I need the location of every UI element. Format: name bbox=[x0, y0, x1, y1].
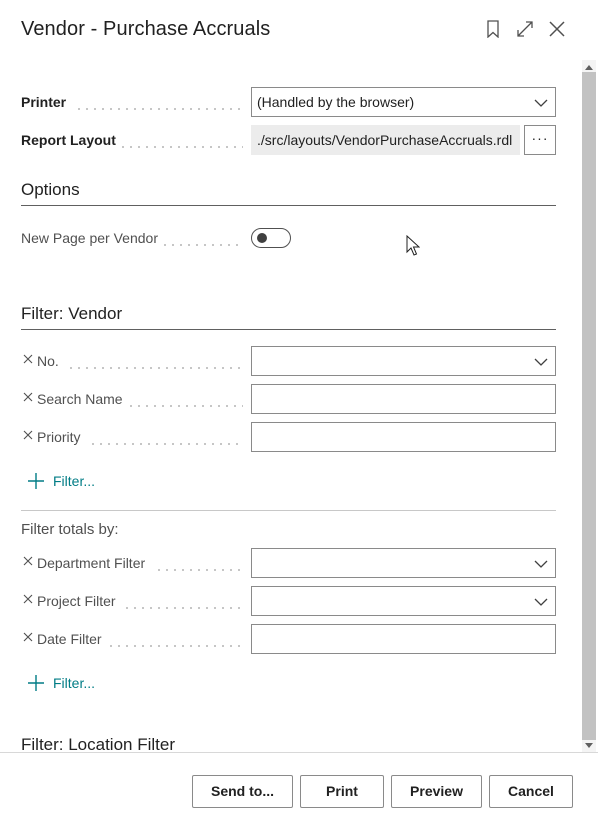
new-page-per-vendor-label: New Page per Vendor bbox=[21, 230, 158, 246]
new-page-per-vendor-row: New Page per Vendor bbox=[21, 223, 556, 253]
dot-leader bbox=[123, 607, 243, 609]
mouse-cursor-icon bbox=[406, 235, 420, 256]
add-totals-filter-link[interactable]: Filter... bbox=[27, 673, 95, 693]
filter-date-row: Date Filter bbox=[21, 624, 556, 654]
chevron-down-icon bbox=[534, 358, 548, 366]
filter-vendor-no-row: No. bbox=[21, 346, 556, 376]
dialog-title: Vendor - Purchase Accruals bbox=[21, 18, 271, 40]
close-icon[interactable] bbox=[546, 18, 568, 40]
report-layout-lookup-button[interactable]: ··· bbox=[524, 125, 556, 155]
dot-leader bbox=[127, 405, 243, 407]
filter-vendor-priority-row: Priority bbox=[21, 422, 556, 452]
cancel-button[interactable]: Cancel bbox=[489, 775, 573, 808]
filter-totals-heading: Filter totals by: bbox=[21, 521, 119, 538]
chevron-down-icon bbox=[534, 560, 548, 568]
dot-leader bbox=[67, 367, 243, 369]
dot-leader bbox=[119, 146, 243, 148]
dot-leader bbox=[89, 443, 243, 445]
filter-project-label: Project Filter bbox=[37, 593, 116, 609]
filter-vendor-search-name-input[interactable] bbox=[251, 384, 556, 414]
printer-select[interactable]: (Handled by the browser) bbox=[251, 87, 556, 117]
remove-filter-icon[interactable] bbox=[23, 430, 33, 440]
filter-vendor-search-name-label: Search Name bbox=[37, 391, 123, 407]
bookmark-icon[interactable] bbox=[482, 18, 504, 40]
report-layout-value: ./src/layouts/VendorPurchaseAccruals.rdl bbox=[257, 132, 513, 148]
new-page-per-vendor-toggle[interactable] bbox=[251, 228, 291, 248]
filter-project-select[interactable] bbox=[251, 586, 556, 616]
send-to-button[interactable]: Send to... bbox=[192, 775, 293, 808]
report-layout-label: Report Layout bbox=[21, 132, 116, 148]
filter-department-select[interactable] bbox=[251, 548, 556, 578]
filter-vendor-priority-input[interactable] bbox=[251, 422, 556, 452]
printer-row: Printer (Handled by the browser) bbox=[21, 87, 556, 117]
vertical-scrollbar[interactable] bbox=[580, 60, 598, 752]
remove-filter-icon[interactable] bbox=[23, 632, 33, 642]
scrollbar-thumb[interactable] bbox=[582, 72, 596, 740]
plus-icon bbox=[28, 473, 44, 489]
dialog-content: Printer (Handled by the browser) Report … bbox=[0, 60, 580, 752]
toggle-knob bbox=[257, 233, 267, 243]
dot-leader bbox=[161, 244, 243, 246]
expand-icon[interactable] bbox=[514, 18, 536, 40]
remove-filter-icon[interactable] bbox=[23, 556, 33, 566]
remove-filter-icon[interactable] bbox=[23, 354, 33, 364]
plus-icon bbox=[28, 675, 44, 691]
filter-vendor-priority-label: Priority bbox=[37, 429, 81, 445]
add-vendor-filter-label: Filter... bbox=[53, 473, 96, 489]
filter-project-row: Project Filter bbox=[21, 586, 556, 616]
divider bbox=[21, 510, 556, 511]
add-vendor-filter-link[interactable]: Filter... bbox=[27, 471, 95, 491]
scroll-down-arrow-icon[interactable] bbox=[584, 742, 594, 750]
dot-leader bbox=[107, 645, 243, 647]
printer-value: (Handled by the browser) bbox=[257, 94, 415, 110]
filter-department-label: Department Filter bbox=[37, 555, 146, 571]
scroll-up-arrow-icon[interactable] bbox=[584, 63, 594, 71]
dialog-footer: Send to... Print Preview Cancel bbox=[0, 752, 598, 830]
preview-button[interactable]: Preview bbox=[391, 775, 482, 808]
filter-location-section-heading: Filter: Location Filter bbox=[21, 735, 556, 752]
filter-vendor-search-name-row: Search Name bbox=[21, 384, 556, 414]
report-layout-row: Report Layout ./src/layouts/VendorPurcha… bbox=[21, 125, 556, 155]
dot-leader bbox=[155, 569, 243, 571]
print-button[interactable]: Print bbox=[300, 775, 384, 808]
add-totals-filter-label: Filter... bbox=[53, 675, 96, 691]
printer-label: Printer bbox=[21, 94, 67, 110]
filter-vendor-section-heading: Filter: Vendor bbox=[21, 304, 556, 330]
report-layout-field[interactable]: ./src/layouts/VendorPurchaseAccruals.rdl bbox=[251, 125, 520, 155]
options-section-heading: Options bbox=[21, 180, 556, 206]
filter-date-input[interactable] bbox=[251, 624, 556, 654]
filter-department-row: Department Filter bbox=[21, 548, 556, 578]
chevron-down-icon bbox=[534, 598, 548, 606]
filter-vendor-no-select[interactable] bbox=[251, 346, 556, 376]
remove-filter-icon[interactable] bbox=[23, 392, 33, 402]
dot-leader bbox=[75, 108, 243, 110]
remove-filter-icon[interactable] bbox=[23, 594, 33, 604]
chevron-down-icon bbox=[534, 99, 548, 107]
filter-date-label: Date Filter bbox=[37, 631, 102, 647]
filter-vendor-no-label: No. bbox=[37, 353, 59, 369]
dialog-titlebar: Vendor - Purchase Accruals bbox=[0, 0, 598, 60]
